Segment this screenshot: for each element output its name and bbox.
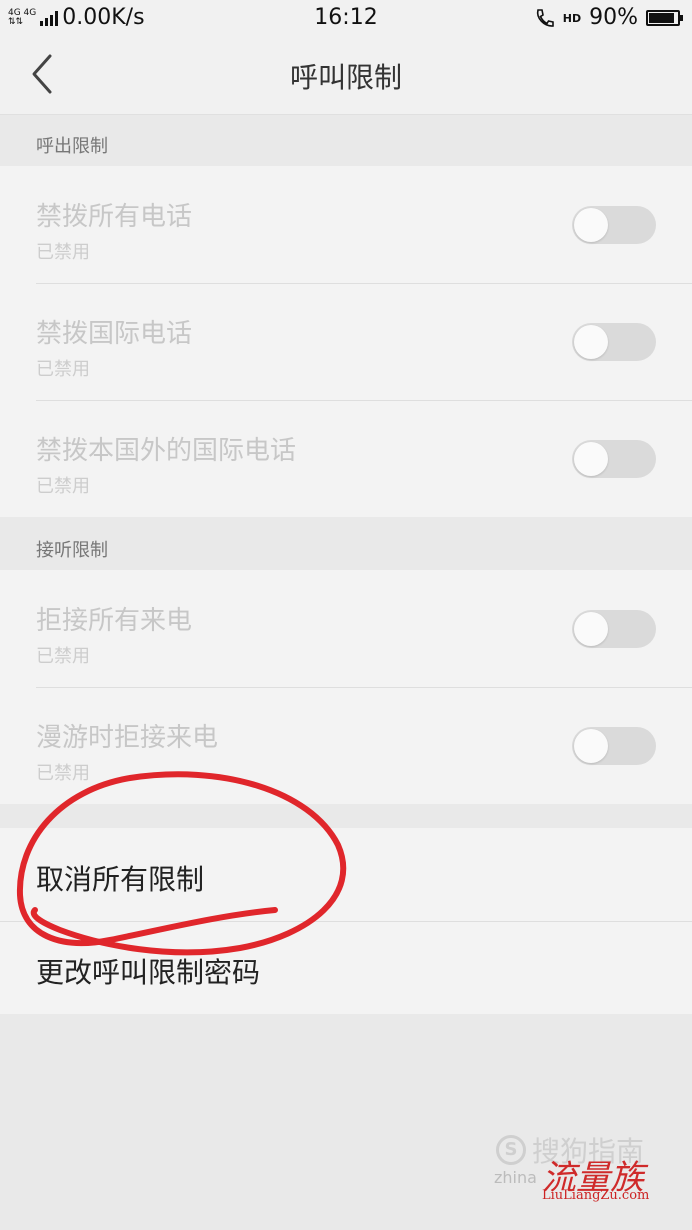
row-status: 已禁用 bbox=[36, 763, 90, 784]
row-status: 已禁用 bbox=[36, 242, 90, 263]
status-bar: 4G 4G ⇅⇅ 0.00K/s 16:12 HD 90% bbox=[0, 0, 692, 36]
row-status: 已禁用 bbox=[36, 476, 90, 497]
cancel-all-barring-button[interactable]: 取消所有限制 bbox=[0, 828, 692, 921]
toggle-switch[interactable] bbox=[572, 323, 656, 361]
battery-icon bbox=[646, 10, 683, 26]
toggle-knob bbox=[574, 729, 608, 763]
watermark: S 搜狗指南 zhina 流量族 LiuLiangZu.com bbox=[492, 1130, 682, 1210]
section-header-outgoing: 呼出限制 bbox=[0, 115, 692, 166]
row-reject-when-roaming[interactable]: 漫游时拒接来电 已禁用 bbox=[0, 687, 692, 804]
actions-list: 取消所有限制 更改呼叫限制密码 bbox=[0, 828, 692, 1014]
row-bar-international[interactable]: 禁拨国际电话 已禁用 bbox=[0, 283, 692, 400]
toggle-switch[interactable] bbox=[572, 440, 656, 478]
action-label: 取消所有限制 bbox=[36, 863, 205, 896]
toggle-knob bbox=[574, 442, 608, 476]
row-title: 禁拨所有电话 bbox=[36, 202, 193, 232]
phone-call-icon bbox=[536, 9, 554, 27]
toggle-switch[interactable] bbox=[572, 206, 656, 244]
sougou-logo-icon: S bbox=[496, 1135, 526, 1165]
incoming-list: 拒接所有来电 已禁用 漫游时拒接来电 已禁用 bbox=[0, 570, 692, 804]
row-status: 已禁用 bbox=[36, 646, 90, 667]
row-status: 已禁用 bbox=[36, 359, 90, 380]
hd-label: HD bbox=[562, 11, 582, 25]
battery-fill bbox=[649, 13, 675, 23]
status-right: HD 90% bbox=[533, 4, 683, 32]
zhina-text: zhina bbox=[494, 1168, 537, 1187]
row-bar-all-calls[interactable]: 禁拨所有电话 已禁用 bbox=[0, 166, 692, 283]
toggle-switch[interactable] bbox=[572, 610, 656, 648]
row-bar-international-except-home[interactable]: 禁拨本国外的国际电话 已禁用 bbox=[0, 400, 692, 517]
row-title: 禁拨国际电话 bbox=[36, 319, 193, 349]
toggle-knob bbox=[574, 612, 608, 646]
row-reject-all-incoming[interactable]: 拒接所有来电 已禁用 bbox=[0, 570, 692, 687]
action-label: 更改呼叫限制密码 bbox=[36, 956, 261, 989]
section-title: 呼出限制 bbox=[36, 136, 108, 157]
row-title: 拒接所有来电 bbox=[36, 606, 193, 636]
toggle-switch[interactable] bbox=[572, 727, 656, 765]
change-barring-password-button[interactable]: 更改呼叫限制密码 bbox=[0, 921, 692, 1014]
brand-domain: LiuLiangZu.com bbox=[542, 1188, 650, 1203]
row-title: 漫游时拒接来电 bbox=[36, 723, 219, 753]
row-title: 禁拨本国外的国际电话 bbox=[36, 436, 297, 466]
call-barring-screen: 4G 4G ⇅⇅ 0.00K/s 16:12 HD 90% 呼叫限制 呼出限制 … bbox=[0, 0, 692, 1230]
page-title: 呼叫限制 bbox=[289, 61, 402, 94]
section-title: 接听限制 bbox=[36, 540, 108, 561]
battery-percent: 90% bbox=[589, 5, 638, 30]
outgoing-list: 禁拨所有电话 已禁用 禁拨国际电话 已禁用 禁拨本国外的国际电话 已禁用 bbox=[0, 166, 692, 517]
section-header-incoming: 接听限制 bbox=[0, 517, 692, 570]
title-bar: 呼叫限制 bbox=[0, 36, 692, 115]
toggle-knob bbox=[574, 208, 608, 242]
toggle-knob bbox=[574, 325, 608, 359]
